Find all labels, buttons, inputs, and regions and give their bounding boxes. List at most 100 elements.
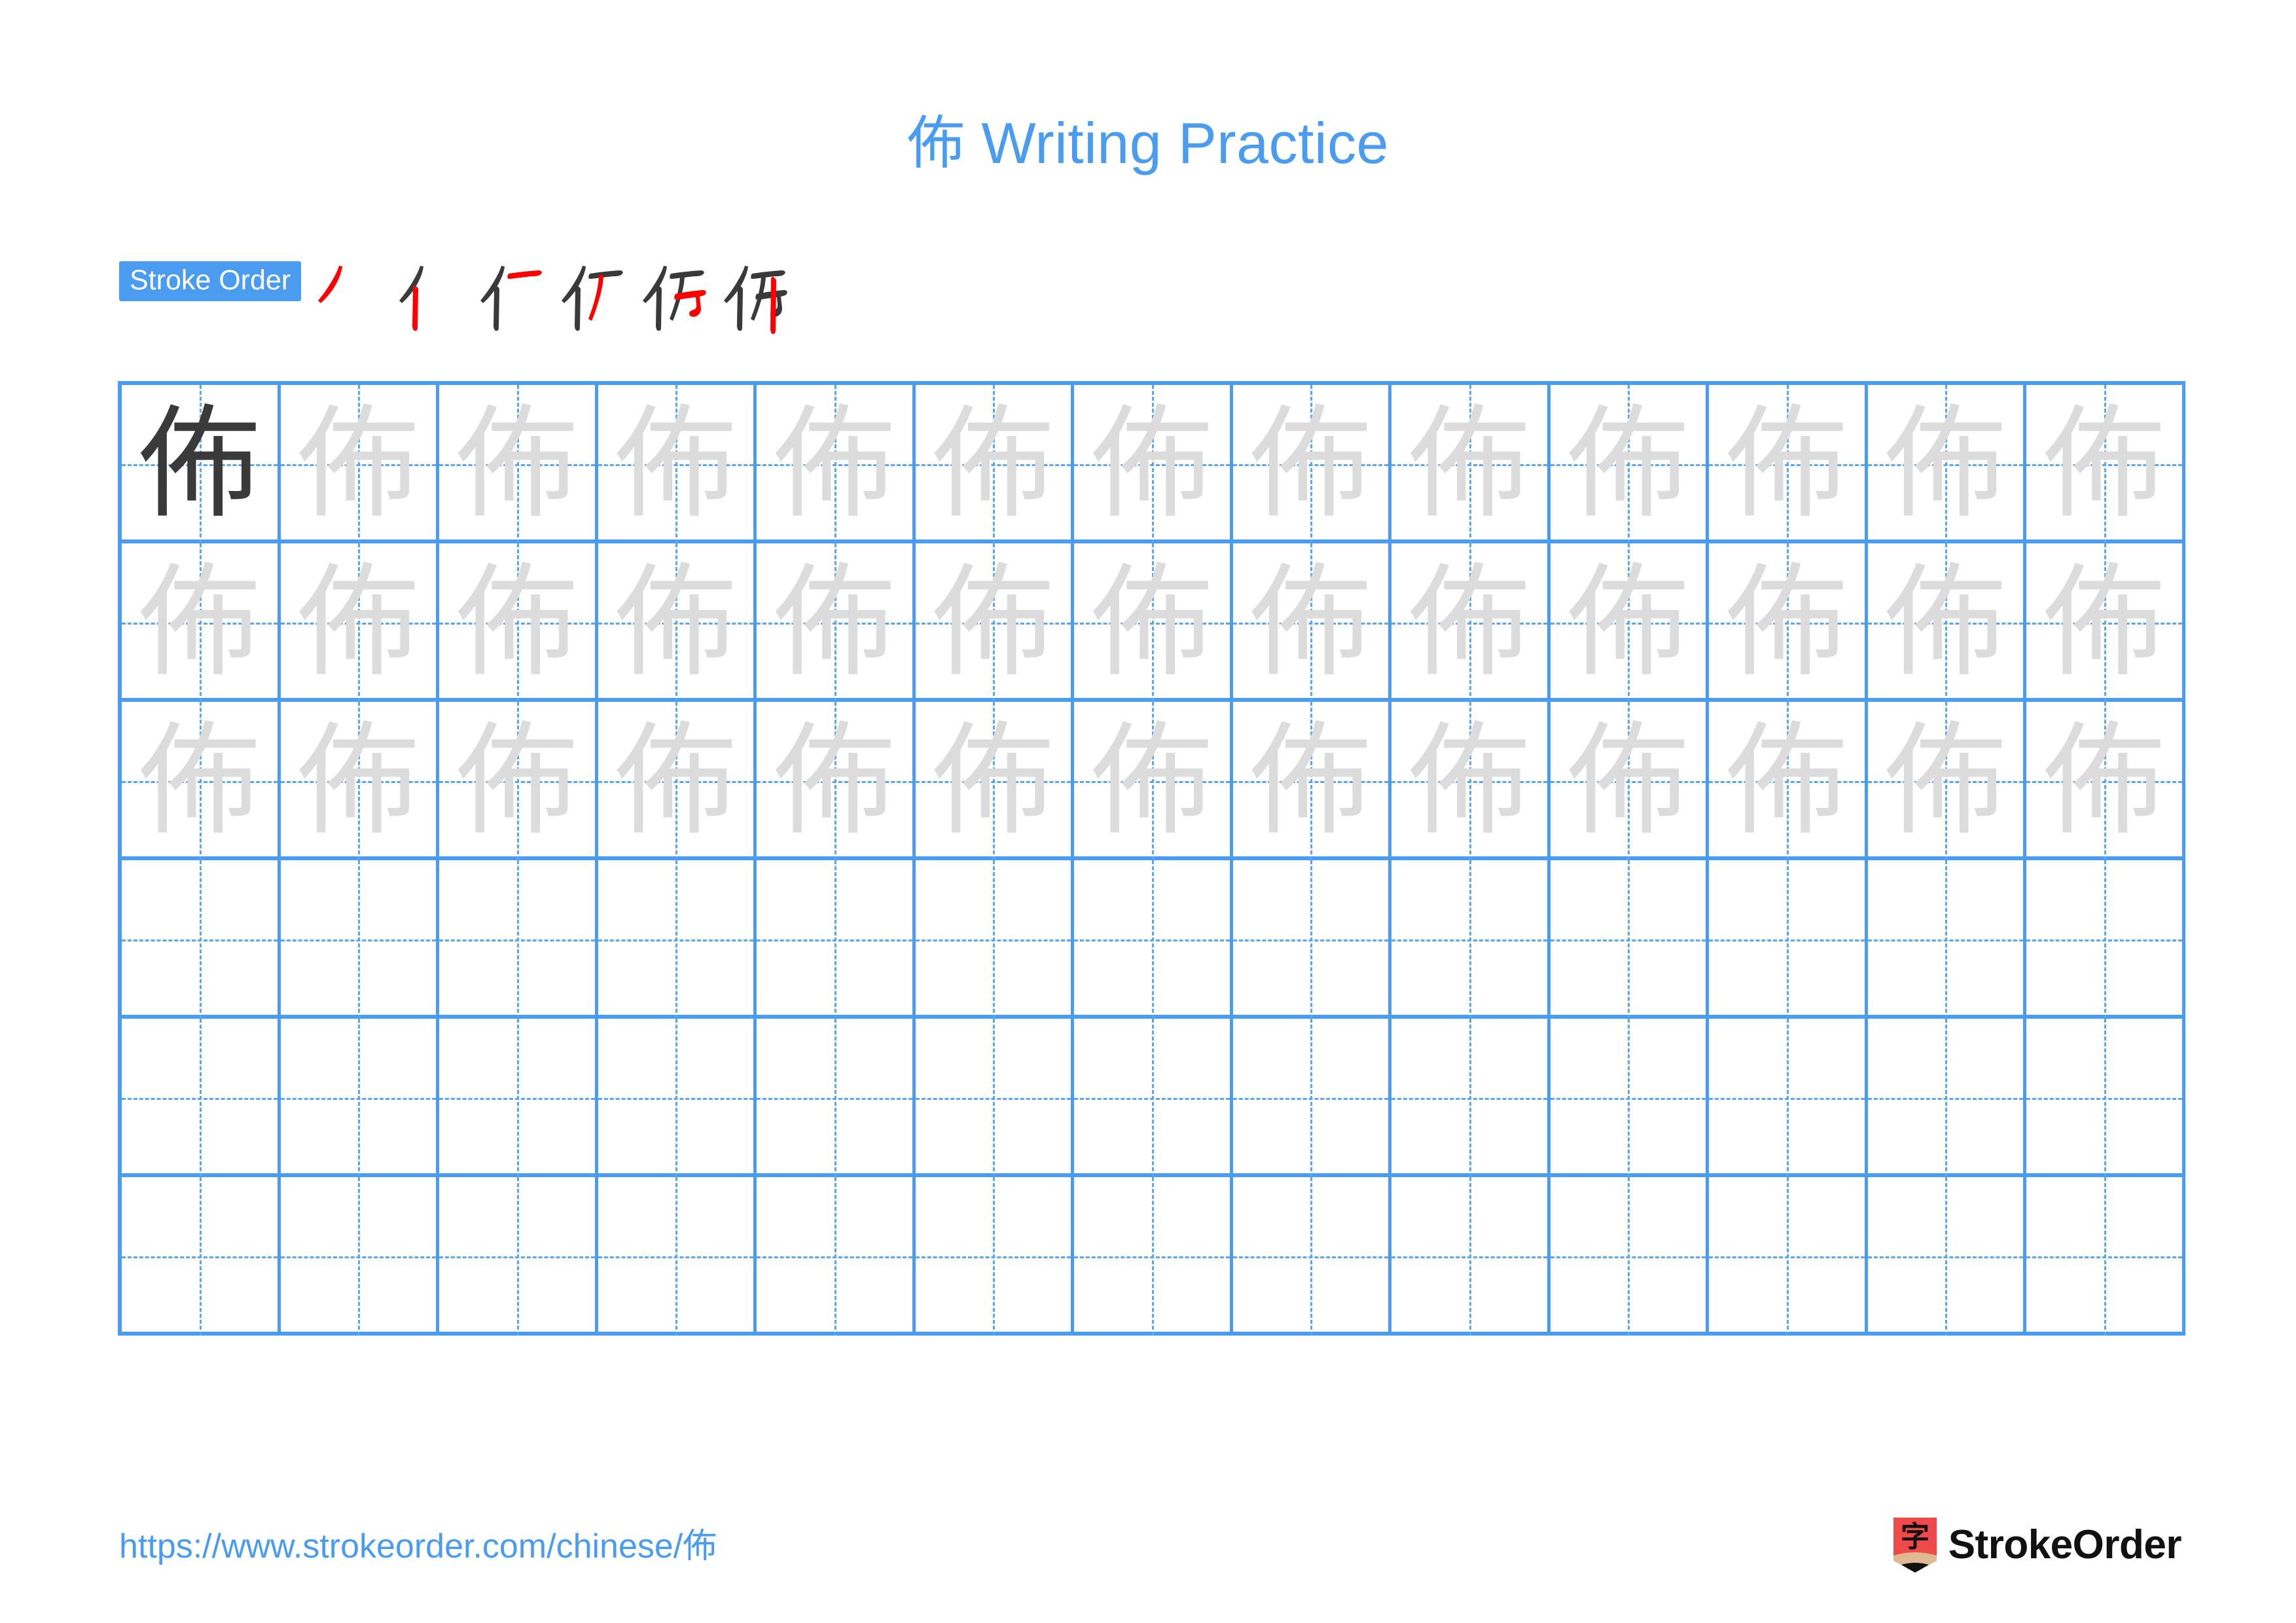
practice-cell-r6-c1[interactable]	[122, 1177, 281, 1336]
practice-cell-r2-c5[interactable]: 佈	[757, 543, 916, 702]
practice-cell-r6-c7[interactable]	[1074, 1177, 1233, 1336]
stroke-1	[643, 266, 668, 303]
practice-cell-r5-c8[interactable]	[1232, 1019, 1391, 1177]
practice-cell-r5-c1[interactable]	[122, 1019, 281, 1177]
practice-cell-r4-c10[interactable]	[1550, 860, 1709, 1019]
practice-cell-r2-c10[interactable]: 佈	[1550, 543, 1709, 702]
practice-cell-r2-c12[interactable]: 佈	[1867, 543, 2026, 702]
practice-cell-r4-c12[interactable]	[1867, 860, 2026, 1019]
practice-character	[1868, 1019, 2024, 1177]
practice-cell-r5-c3[interactable]	[439, 1019, 598, 1177]
practice-cell-r5-c5[interactable]	[757, 1019, 916, 1177]
stroke-step-glyph-1	[318, 266, 343, 303]
practice-cell-r2-c8[interactable]: 佈	[1232, 543, 1391, 702]
practice-cell-r2-c1[interactable]: 佈	[122, 543, 281, 702]
practice-cell-r1-c9[interactable]: 佈	[1391, 385, 1551, 543]
practice-cell-r3-c11[interactable]: 佈	[1709, 702, 1868, 860]
footer-url-link[interactable]: https://www.strokeorder.com/chinese/佈	[119, 1529, 717, 1563]
practice-cell-r4-c4[interactable]	[598, 860, 757, 1019]
practice-cell-r1-c4[interactable]: 佈	[598, 385, 757, 543]
practice-cell-r2-c6[interactable]: 佈	[915, 543, 1074, 702]
practice-cell-r1-c7[interactable]: 佈	[1074, 385, 1233, 543]
practice-character: 佈	[932, 393, 1054, 535]
practice-cell-r6-c6[interactable]	[915, 1177, 1074, 1336]
stroke-step-glyph-3	[480, 266, 542, 331]
practice-cell-r6-c2[interactable]	[280, 1177, 439, 1336]
practice-cell-r1-c13[interactable]: 佈	[2026, 385, 2185, 543]
stroke-step-3	[473, 257, 554, 338]
practice-cell-r1-c11[interactable]: 佈	[1709, 385, 1868, 543]
stroke-5	[674, 290, 706, 317]
practice-cell-r2-c4[interactable]: 佈	[598, 543, 757, 702]
practice-cell-r6-c3[interactable]	[439, 1177, 598, 1336]
practice-cell-r1-c3[interactable]: 佈	[439, 385, 598, 543]
practice-character: 佈	[1090, 551, 1213, 693]
practice-character	[122, 860, 278, 1019]
practice-cell-r1-c1[interactable]: 佈	[122, 385, 281, 543]
practice-character: 佈	[615, 393, 737, 535]
practice-character	[598, 1177, 754, 1336]
practice-cell-r5-c2[interactable]	[280, 1019, 439, 1177]
practice-cell-r5-c10[interactable]	[1550, 1019, 1709, 1177]
practice-cell-r3-c7[interactable]: 佈	[1074, 702, 1233, 860]
practice-cell-r1-c5[interactable]: 佈	[757, 385, 916, 543]
stroke-3	[670, 270, 704, 279]
pencil-logo-icon: 字	[1893, 1518, 1937, 1573]
practice-cell-r6-c12[interactable]	[1867, 1177, 2026, 1336]
practice-cell-r3-c2[interactable]: 佈	[280, 702, 439, 860]
practice-cell-r4-c11[interactable]	[1709, 860, 1868, 1019]
practice-cell-r1-c12[interactable]: 佈	[1867, 385, 2026, 543]
practice-cell-r3-c12[interactable]: 佈	[1867, 702, 2026, 860]
practice-cell-r5-c4[interactable]	[598, 1019, 757, 1177]
stroke-2	[737, 286, 744, 331]
practice-cell-r4-c3[interactable]	[439, 860, 598, 1019]
practice-character	[757, 860, 912, 1019]
practice-cell-r3-c9[interactable]: 佈	[1391, 702, 1551, 860]
practice-cell-r3-c10[interactable]: 佈	[1550, 702, 1709, 860]
practice-cell-r2-c3[interactable]: 佈	[439, 543, 598, 702]
practice-cell-r4-c6[interactable]	[915, 860, 1074, 1019]
practice-character	[2026, 860, 2182, 1019]
practice-cell-r1-c10[interactable]: 佈	[1550, 385, 1709, 543]
practice-cell-r5-c13[interactable]	[2026, 1019, 2185, 1177]
practice-character: 佈	[932, 551, 1054, 693]
practice-cell-r6-c5[interactable]	[757, 1177, 916, 1336]
stroke-4	[588, 275, 604, 321]
practice-character	[916, 1177, 1071, 1336]
practice-cell-r4-c8[interactable]	[1232, 860, 1391, 1019]
practice-cell-r6-c8[interactable]	[1232, 1177, 1391, 1336]
practice-cell-r3-c5[interactable]: 佈	[757, 702, 916, 860]
practice-cell-r5-c11[interactable]	[1709, 1019, 1868, 1177]
practice-cell-r5-c7[interactable]	[1074, 1019, 1233, 1177]
practice-cell-r2-c2[interactable]: 佈	[280, 543, 439, 702]
practice-cell-r3-c6[interactable]: 佈	[915, 702, 1074, 860]
practice-cell-r2-c7[interactable]: 佈	[1074, 543, 1233, 702]
practice-cell-r4-c5[interactable]	[757, 860, 916, 1019]
practice-cell-r3-c4[interactable]: 佈	[598, 702, 757, 860]
practice-cell-r4-c2[interactable]	[280, 860, 439, 1019]
practice-cell-r6-c9[interactable]	[1391, 1177, 1551, 1336]
practice-cell-r6-c11[interactable]	[1709, 1177, 1868, 1336]
practice-cell-r6-c4[interactable]	[598, 1177, 757, 1336]
practice-character: 佈	[1408, 393, 1530, 535]
practice-cell-r5-c9[interactable]	[1391, 1019, 1551, 1177]
practice-cell-r4-c1[interactable]	[122, 860, 281, 1019]
practice-cell-r3-c3[interactable]: 佈	[439, 702, 598, 860]
practice-cell-r2-c9[interactable]: 佈	[1391, 543, 1551, 702]
practice-cell-r1-c6[interactable]: 佈	[915, 385, 1074, 543]
practice-cell-r5-c6[interactable]	[915, 1019, 1074, 1177]
practice-cell-r3-c8[interactable]: 佈	[1232, 702, 1391, 860]
practice-cell-r1-c2[interactable]: 佈	[280, 385, 439, 543]
practice-cell-r2-c13[interactable]: 佈	[2026, 543, 2185, 702]
practice-cell-r3-c1[interactable]: 佈	[122, 702, 281, 860]
practice-cell-r5-c12[interactable]	[1867, 1019, 2026, 1177]
practice-cell-r3-c13[interactable]: 佈	[2026, 702, 2185, 860]
practice-cell-r6-c10[interactable]	[1550, 1177, 1709, 1336]
practice-cell-r4-c7[interactable]	[1074, 860, 1233, 1019]
practice-cell-r1-c8[interactable]: 佈	[1232, 385, 1391, 543]
practice-cell-r6-c13[interactable]	[2026, 1177, 2185, 1336]
practice-cell-r4-c9[interactable]	[1391, 860, 1551, 1019]
practice-cell-r4-c13[interactable]	[2026, 860, 2185, 1019]
grid-row	[122, 860, 2185, 1019]
practice-cell-r2-c11[interactable]: 佈	[1709, 543, 1868, 702]
